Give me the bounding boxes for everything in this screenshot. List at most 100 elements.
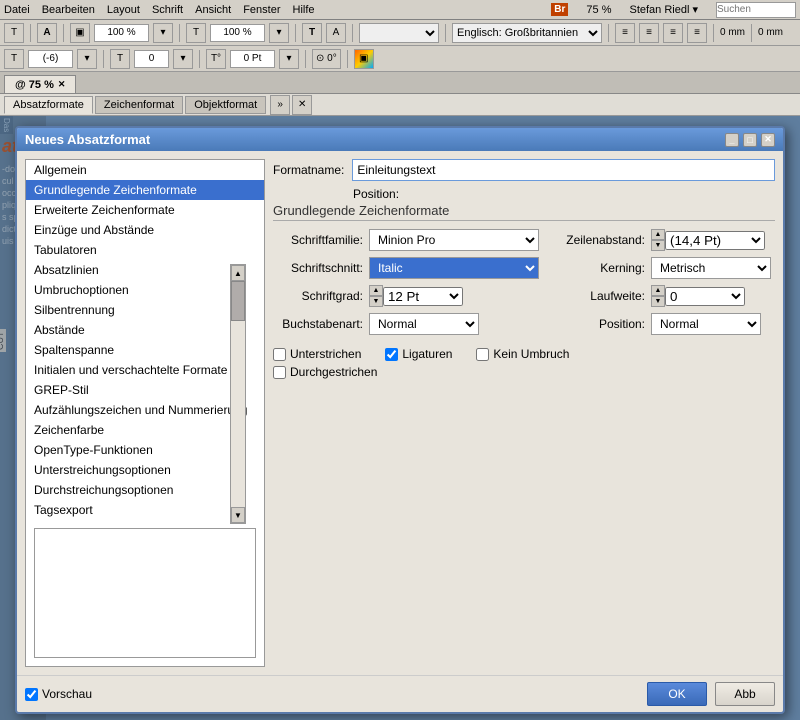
schriftschnitt-select[interactable]: Italic Regular Bold Bold Italic [369,257,539,279]
align-center-btn[interactable]: ≡ [639,23,659,43]
category-abstande[interactable]: Abstände [26,320,264,340]
position-select[interactable]: Normal [651,313,761,335]
char-style-btn[interactable]: A [37,23,57,43]
menu-item-hilfe[interactable]: Hilfe [293,4,315,16]
menu-item-bearbeiten[interactable]: Bearbeiten [42,4,95,16]
bridge-icon[interactable]: Br [551,3,568,16]
category-scroll: Allgemein Grundlegende Zeichenformate Er… [26,160,264,520]
menu-item-fenster[interactable]: Fenster [243,4,280,16]
zoom-input2[interactable] [210,24,265,42]
search-input[interactable] [716,2,796,18]
schriftfamilie-select[interactable]: Minion Pro [369,229,539,251]
align-right-btn[interactable]: ≡ [663,23,683,43]
durchgestrichen-checkbox[interactable] [273,366,286,379]
text-tool-btn[interactable]: T [4,23,24,43]
val-arrow1[interactable]: ▾ [77,49,97,69]
laufweite-up-btn[interactable]: ▲ [651,285,665,296]
val-input3[interactable] [230,50,275,68]
text-btn3[interactable]: T [110,49,130,69]
val-arrow2[interactable]: ▾ [173,49,193,69]
menu-bar: Datei Bearbeiten Layout Schrift Ansicht … [0,0,800,20]
category-zeichen-farbe[interactable]: Zeichenfarbe [26,420,264,440]
category-unterstreich[interactable]: Unterstreichungsoptionen [26,460,264,480]
document-tab[interactable]: @ 75 % ✕ [4,75,76,93]
scroll-down-arrow[interactable]: ▼ [231,507,245,523]
kein-umbruch-item: Kein Umbruch [476,347,569,361]
format-name-input[interactable] [352,159,775,181]
align-left-btn[interactable]: ≡ [615,23,635,43]
kerning-select[interactable]: Metrisch [651,257,771,279]
category-erweiterte[interactable]: Erweiterte Zeichenformate [26,200,264,220]
val-input2[interactable] [134,50,169,68]
category-silben[interactable]: Silbentrennung [26,300,264,320]
zoom-btn1[interactable]: ▣ [70,23,90,43]
category-aufzahlung[interactable]: Aufzählungszeichen und Nummerierung [26,400,264,420]
category-einzuge[interactable]: Einzüge und Abstände [26,220,264,240]
category-initialen[interactable]: Initialen und verschachtelte Formate [26,360,264,380]
panel-tab-absatz[interactable]: Absatzformate [4,96,93,114]
schriftgrad-select[interactable]: 12 Pt [383,287,463,306]
category-durchstreich[interactable]: Durchstreichungsoptionen [26,480,264,500]
text-btn2[interactable]: T [4,49,24,69]
category-grep[interactable]: GREP-Stil [26,380,264,400]
scroll-up-arrow[interactable]: ▲ [231,265,245,281]
zeilenabstand-down-btn[interactable]: ▼ [651,240,665,251]
laufweite-down-btn[interactable]: ▼ [651,296,665,307]
cancel-button[interactable]: Abb [715,682,775,706]
rotation-btn[interactable]: ⊙ 0° [312,49,341,69]
kein-umbruch-checkbox[interactable] [476,348,489,361]
menu-item-layout[interactable]: Layout [107,4,140,16]
menu-item-ansicht[interactable]: Ansicht [195,4,231,16]
dialog-close-btn[interactable]: ✕ [761,133,775,147]
ok-button[interactable]: OK [647,682,707,706]
panels-more-btn[interactable]: » [270,95,290,115]
category-grundlegende[interactable]: Grundlegende Zeichenformate [26,180,264,200]
tab-bar: @ 75 % ✕ [0,72,800,94]
panel-tab-objekt[interactable]: Objektformat [185,96,266,114]
category-umbruch[interactable]: Umbruchoptionen [26,280,264,300]
dialog-maximize-btn[interactable]: □ [743,133,757,147]
val-arrow3[interactable]: ▾ [279,49,299,69]
text-btn4[interactable]: T° [206,49,226,69]
text-size-icon[interactable]: T [186,23,206,43]
ligaturen-checkbox[interactable] [385,348,398,361]
unterstrichen-checkbox[interactable] [273,348,286,361]
panel-tab-zeichen[interactable]: Zeichenformat [95,96,183,114]
category-tabulatoren[interactable]: Tabulatoren [26,240,264,260]
category-absatzlinien[interactable]: Absatzlinien [26,260,264,280]
schriftschnitt-label: Schriftschnitt: [273,261,363,275]
panels-close-btn[interactable]: ✕ [292,95,312,115]
vorschau-checkbox[interactable] [25,688,38,701]
category-opentype[interactable]: OpenType-Funktionen [26,440,264,460]
language-dropdown[interactable]: Englisch: Großbritannien [452,23,602,43]
zoom-arrow2[interactable]: ▾ [269,23,289,43]
vorschau-label: Vorschau [42,687,92,701]
category-tagsexport[interactable]: Tagsexport [26,500,264,520]
category-spalten[interactable]: Spaltenspanne [26,340,264,360]
zoom-input1[interactable] [94,24,149,42]
schriftgrad-down-btn[interactable]: ▼ [369,296,383,307]
align-btn[interactable]: A [326,23,346,43]
laufweite-select[interactable]: 0 [665,287,745,306]
tab-close-icon[interactable]: ✕ [58,79,66,90]
position-select-wrapper: Normal [651,313,775,335]
zoom-arrow1[interactable]: ▾ [153,23,173,43]
style-dropdown[interactable]: [Ohne] [359,23,439,43]
color-btn[interactable]: ▣ [354,49,374,69]
category-allgemein[interactable]: Allgemein [26,160,264,180]
val-input1[interactable] [28,50,73,68]
type-btn[interactable]: T [302,23,322,43]
menu-item-schrift[interactable]: Schrift [152,4,183,16]
buchstabenart-select[interactable]: Normal [369,313,479,335]
align-justify-btn[interactable]: ≡ [687,23,707,43]
sep1 [30,24,31,42]
scroll-thumb[interactable] [231,281,245,321]
schriftgrad-up-btn[interactable]: ▲ [369,285,383,296]
dialog-minimize-btn[interactable]: _ [725,133,739,147]
menu-item-datei[interactable]: Datei [4,4,30,16]
zeilenabstand-up-btn[interactable]: ▲ [651,229,665,240]
dialog-title: Neues Absatzformat [25,132,150,147]
zeilenabstand-select[interactable]: (14,4 Pt) [665,231,765,250]
sep13 [347,50,348,68]
user-name: Stefan Riedl ▾ [629,3,698,16]
